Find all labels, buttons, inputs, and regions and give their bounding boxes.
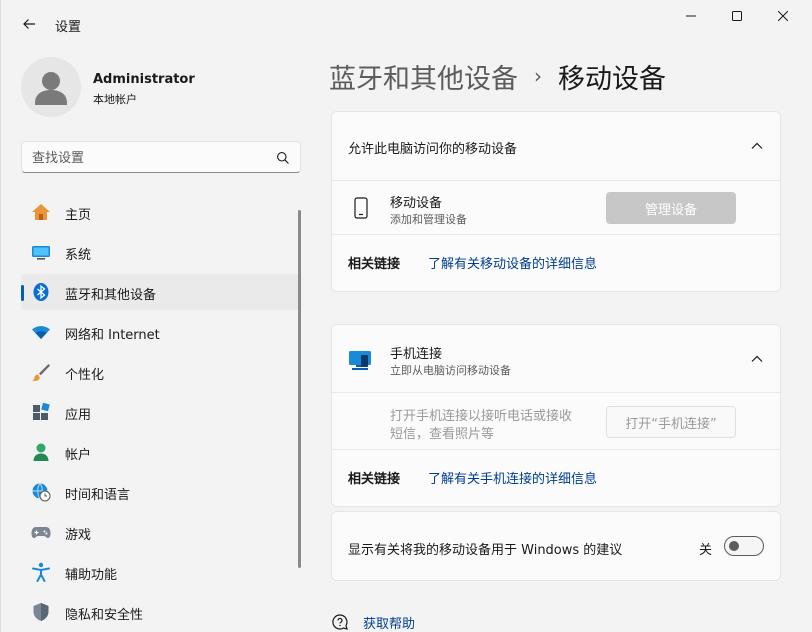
chevron-up-icon[interactable] xyxy=(750,139,764,153)
sidebar-scrollbar[interactable] xyxy=(298,210,301,568)
sidebar-item-label: 网络和 Internet xyxy=(65,328,160,343)
shield-icon xyxy=(31,602,51,622)
phone-link-description-row: 打开手机连接以接听电话或接收 短信，查看照片等 打开“手机连接” xyxy=(332,393,780,450)
wifi-icon xyxy=(31,322,51,342)
phone-link-card: 手机连接 立即从电脑访问移动设备 打开手机连接以接听电话或接收 短信，查看照片等… xyxy=(331,324,781,507)
mobile-devices-card: 允许此电脑访问你的移动设备 移动设备 添加和管理设备 管理设备 相关链接 了解有… xyxy=(331,111,781,292)
sidebar-item-label: 辅助功能 xyxy=(65,568,118,583)
breadcrumb: 蓝牙和其他设备 › 移动设备 xyxy=(329,56,666,96)
toggle-state-label: 关 xyxy=(698,543,712,558)
phone-link-description-line2: 短信，查看照片等 xyxy=(390,427,495,442)
phone-link-description-line1: 打开手机连接以接听电话或接收 xyxy=(390,409,573,424)
profile-account-type: 本地帐户 xyxy=(93,93,137,106)
gamepad-icon xyxy=(31,522,51,542)
open-phone-link-button[interactable]: 打开“手机连接” xyxy=(606,406,736,438)
settings-window: 设置 Administrator 本地帐户 主页 xyxy=(0,0,812,632)
mobile-related-links-row: 相关链接 了解有关移动设备的详细信息 xyxy=(332,235,780,291)
sidebar-item-personalization[interactable]: 个性化 xyxy=(21,354,299,390)
sidebar-item-label: 系统 xyxy=(65,248,92,263)
sidebar-item-gaming[interactable]: 游戏 xyxy=(21,514,299,550)
suggestions-card: 显示有关将我的移动设备用于 Windows 的建议 关 xyxy=(331,511,781,581)
active-indicator xyxy=(21,285,24,301)
phone-link-learn-more-link[interactable]: 了解有关手机连接的详细信息 xyxy=(428,468,597,487)
mobile-device-row: 移动设备 添加和管理设备 管理设备 xyxy=(332,181,780,235)
related-links-label: 相关链接 xyxy=(348,472,401,487)
sidebar-item-label: 时间和语言 xyxy=(65,488,131,503)
phone-link-icon xyxy=(349,351,371,370)
phone-icon xyxy=(354,197,368,219)
bluetooth-icon xyxy=(31,282,51,302)
arrow-left-icon xyxy=(23,19,35,29)
mobile-devices-learn-more-link[interactable]: 了解有关移动设备的详细信息 xyxy=(428,253,597,272)
manage-devices-button[interactable]: 管理设备 xyxy=(606,192,736,224)
maximize-button[interactable] xyxy=(714,0,760,32)
help-chat-icon xyxy=(332,614,348,630)
profile-name: Administrator xyxy=(93,72,195,87)
sidebar-item-apps[interactable]: 应用 xyxy=(21,394,299,430)
suggestions-toggle[interactable] xyxy=(724,536,764,556)
mobile-devices-header-row[interactable]: 允许此电脑访问你的移动设备 xyxy=(332,112,780,181)
apps-icon xyxy=(31,402,51,422)
home-icon xyxy=(31,202,51,222)
sidebar-item-time-language[interactable]: 时间和语言 xyxy=(21,474,299,510)
suggestions-label: 显示有关将我的移动设备用于 Windows 的建议 xyxy=(348,543,623,558)
search-input[interactable] xyxy=(32,148,262,168)
sidebar-item-label: 帐户 xyxy=(65,448,92,463)
avatar[interactable] xyxy=(21,57,81,117)
sidebar-item-label: 蓝牙和其他设备 xyxy=(65,288,157,303)
close-button[interactable] xyxy=(760,0,806,32)
phone-link-title: 手机连接 xyxy=(390,347,443,362)
app-title: 设置 xyxy=(55,20,82,35)
minimize-icon xyxy=(686,15,696,17)
phone-link-header-row[interactable]: 手机连接 立即从电脑访问移动设备 xyxy=(332,325,780,393)
sidebar-item-label: 游戏 xyxy=(65,528,92,543)
sidebar-item-bluetooth[interactable]: 蓝牙和其他设备 xyxy=(21,274,299,310)
sidebar-item-home[interactable]: 主页 xyxy=(21,194,299,230)
globe-clock-icon xyxy=(31,482,51,502)
brush-icon xyxy=(31,362,51,382)
user-silhouette-icon xyxy=(35,72,67,105)
search-box xyxy=(21,141,301,173)
breadcrumb-separator: › xyxy=(534,64,542,88)
chevron-up-icon[interactable] xyxy=(750,352,764,366)
sidebar-item-label: 应用 xyxy=(65,408,92,423)
sidebar-nav: 主页 系统 蓝牙和其他设备 网络和 Internet 个性化 应用 帐户 时间和… xyxy=(21,194,299,632)
mobile-device-subtitle: 添加和管理设备 xyxy=(390,213,467,226)
sidebar-item-accessibility[interactable]: 辅助功能 xyxy=(21,554,299,590)
page-title: 移动设备 xyxy=(558,63,666,95)
sidebar-item-label: 主页 xyxy=(65,208,92,223)
search-icon[interactable] xyxy=(276,151,290,165)
maximize-icon xyxy=(732,11,742,21)
accessibility-icon xyxy=(31,562,51,582)
sidebar-item-label: 个性化 xyxy=(65,368,105,383)
phone-link-related-links-row: 相关链接 了解有关手机连接的详细信息 xyxy=(332,450,780,506)
mobile-device-title: 移动设备 xyxy=(390,196,443,211)
sidebar-item-system[interactable]: 系统 xyxy=(21,234,299,270)
mobile-devices-header-title: 允许此电脑访问你的移动设备 xyxy=(348,142,518,157)
breadcrumb-parent[interactable]: 蓝牙和其他设备 xyxy=(329,57,518,96)
title-bar: 设置 xyxy=(1,0,812,48)
get-help[interactable]: 获取帮助 xyxy=(331,612,415,632)
sidebar-item-privacy[interactable]: 隐私和安全性 xyxy=(21,594,299,630)
minimize-button[interactable] xyxy=(668,0,714,32)
close-icon xyxy=(778,11,788,21)
sidebar-item-accounts[interactable]: 帐户 xyxy=(21,434,299,470)
get-help-link[interactable]: 获取帮助 xyxy=(363,613,415,632)
sidebar-item-network[interactable]: 网络和 Internet xyxy=(21,314,299,350)
phone-link-subtitle: 立即从电脑访问移动设备 xyxy=(390,364,511,377)
system-icon xyxy=(31,242,51,262)
related-links-label: 相关链接 xyxy=(348,257,401,272)
toggle-knob xyxy=(729,541,739,551)
back-button[interactable] xyxy=(15,10,43,38)
sidebar-item-label: 隐私和安全性 xyxy=(65,608,144,623)
account-icon xyxy=(31,442,51,462)
